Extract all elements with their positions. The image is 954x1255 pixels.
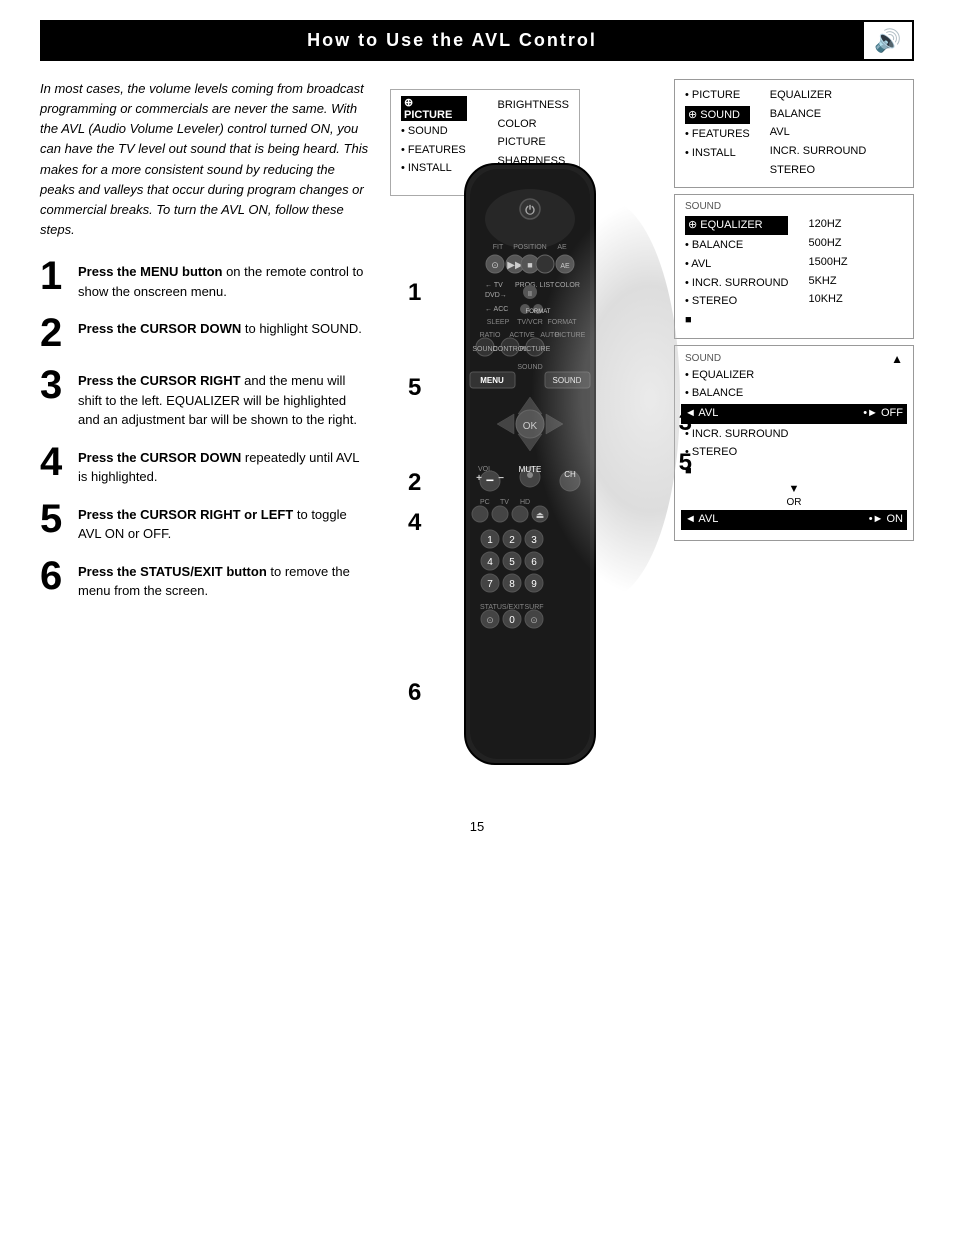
step-2: 2 Press the CURSOR DOWN to highlight SOU… xyxy=(40,313,370,353)
step-3-text: Press the CURSOR RIGHT and the menu will… xyxy=(78,365,370,430)
svg-text:STATUS/EXIT: STATUS/EXIT xyxy=(480,604,525,611)
svg-text:4: 4 xyxy=(487,557,493,568)
step-badge-1: 1 xyxy=(408,279,421,307)
svg-text:⊙: ⊙ xyxy=(491,260,499,270)
svg-text:1: 1 xyxy=(487,535,493,546)
step-1-text: Press the MENU button on the remote cont… xyxy=(78,256,370,301)
svg-text:II: II xyxy=(528,291,532,298)
step-6-text: Press the STATUS/EXIT button to remove t… xyxy=(78,556,370,601)
step-badge-3: 3 xyxy=(679,409,692,437)
svg-text:← TV: ← TV xyxy=(485,282,503,289)
screen-menu-4: SOUND ▲ • EQUALIZER • BALANCE ◄ AVL•► OF… xyxy=(674,345,914,541)
svg-text:ACTIVE: ACTIVE xyxy=(509,332,535,339)
step-5-text: Press the CURSOR RIGHT or LEFT to toggle… xyxy=(78,499,370,544)
svg-text:0: 0 xyxy=(509,615,515,626)
svg-text:6: 6 xyxy=(531,557,537,568)
curved-bg xyxy=(530,199,680,599)
step-badge-5b: 5 xyxy=(679,449,692,477)
svg-text:POSITION: POSITION xyxy=(513,244,546,251)
step-6-number: 6 xyxy=(40,556,70,596)
step-2-text: Press the CURSOR DOWN to highlight SOUND… xyxy=(78,313,362,339)
page-header: How to Use the AVL Control xyxy=(40,20,914,61)
step-1-number: 1 xyxy=(40,256,70,296)
svg-text:2: 2 xyxy=(509,535,515,546)
svg-text:9: 9 xyxy=(531,579,537,590)
svg-text:−: − xyxy=(498,473,504,484)
intro-text: In most cases, the volume levels coming … xyxy=(40,79,370,240)
svg-text:⊙: ⊙ xyxy=(486,615,494,625)
svg-text:← ACC: ← ACC xyxy=(485,306,508,313)
right-screen-boxes: • PICTURE ⊕ SOUND • FEATURES • INSTALL E… xyxy=(674,79,914,545)
step-3-number: 3 xyxy=(40,365,70,405)
svg-text:■: ■ xyxy=(527,260,532,270)
header-speaker-icon: 🔊 xyxy=(862,20,914,61)
page-title: How to Use the AVL Control xyxy=(50,30,854,51)
svg-text:TV: TV xyxy=(500,499,509,506)
svg-text:SURF: SURF xyxy=(524,604,543,611)
step-5-number: 5 xyxy=(40,499,70,539)
step-4-number: 4 xyxy=(40,442,70,482)
step-3: 3 Press the CURSOR RIGHT and the menu wi… xyxy=(40,365,370,430)
svg-text:MENU: MENU xyxy=(480,376,504,385)
svg-text:DVD→: DVD→ xyxy=(485,292,507,299)
svg-text:7: 7 xyxy=(487,579,493,590)
step-badge-5a: 5 xyxy=(408,374,421,402)
svg-text:+: + xyxy=(476,473,482,484)
svg-text:HD: HD xyxy=(520,499,530,506)
svg-text:⏻: ⏻ xyxy=(525,203,535,217)
step-2-number: 2 xyxy=(40,313,70,353)
page-number: 15 xyxy=(0,819,954,854)
step-4-text: Press the CURSOR DOWN repeatedly until A… xyxy=(78,442,370,487)
steps-container: 1 Press the MENU button on the remote co… xyxy=(40,256,370,601)
screen-menu-3: SOUND ⊕ EQUALIZER • BALANCE • AVL • INCR… xyxy=(674,194,914,338)
svg-text:⊙: ⊙ xyxy=(530,615,538,625)
svg-text:PC: PC xyxy=(480,499,490,506)
step-badge-2: 2 xyxy=(408,469,421,497)
step-6: 6 Press the STATUS/EXIT button to remove… xyxy=(40,556,370,601)
step-badge-6: 6 xyxy=(408,679,421,707)
svg-text:−: − xyxy=(486,472,494,488)
svg-text:5: 5 xyxy=(509,557,515,568)
step-5: 5 Press the CURSOR RIGHT or LEFT to togg… xyxy=(40,499,370,544)
left-column: In most cases, the volume levels coming … xyxy=(40,79,370,779)
right-column: ⊕ PICTURE • SOUND • FEATURES • INSTALL B… xyxy=(370,79,914,779)
screen-menu-2: • PICTURE ⊕ SOUND • FEATURES • INSTALL E… xyxy=(674,79,914,188)
step-4: 4 Press the CURSOR DOWN repeatedly until… xyxy=(40,442,370,487)
svg-text:3: 3 xyxy=(531,535,537,546)
svg-text:FIT: FIT xyxy=(493,244,504,251)
svg-text:8: 8 xyxy=(509,579,515,590)
step-badge-4: 4 xyxy=(408,509,421,537)
svg-text:SLEEP: SLEEP xyxy=(487,319,510,326)
step-1: 1 Press the MENU button on the remote co… xyxy=(40,256,370,301)
